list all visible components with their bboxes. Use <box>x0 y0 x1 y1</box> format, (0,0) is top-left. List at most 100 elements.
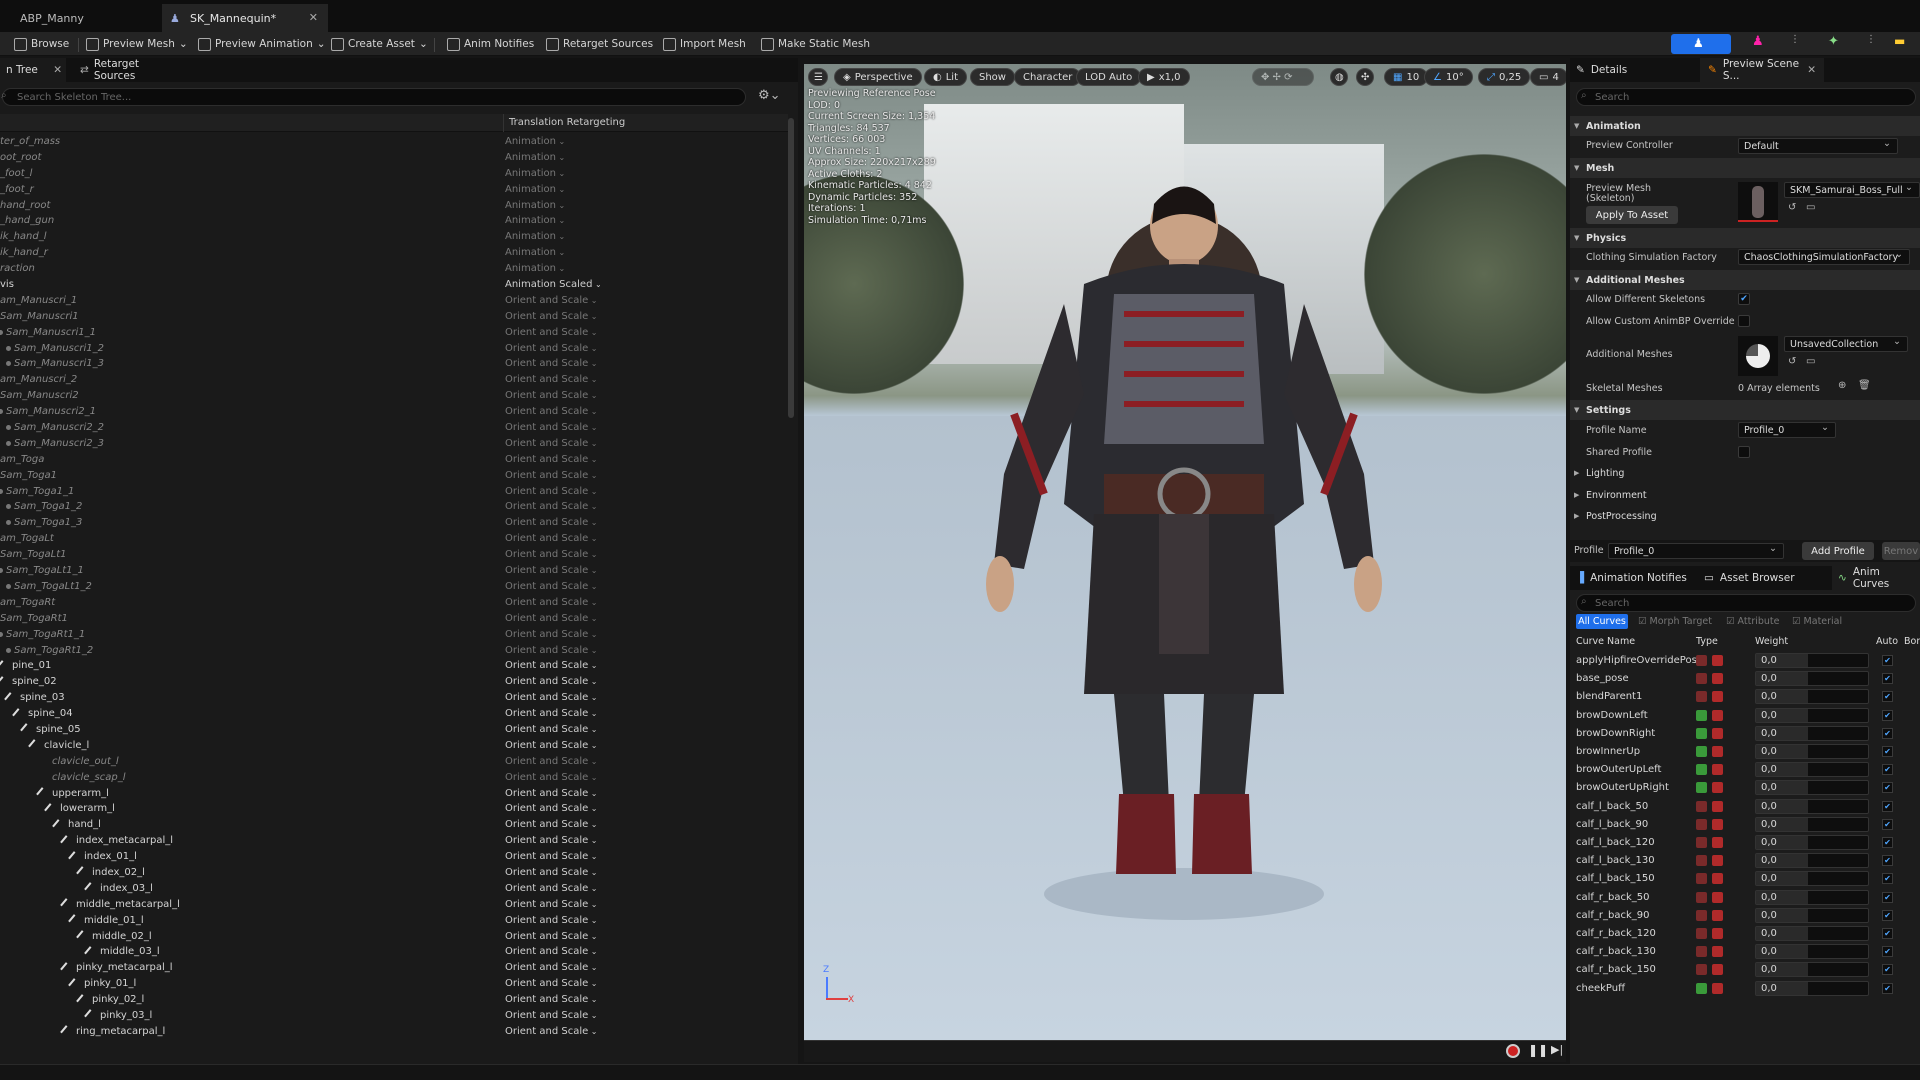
record-icon[interactable] <box>1506 1044 1520 1058</box>
tab-preview-scene-settings[interactable]: ✎ Preview Scene S... ✕ <box>1700 58 1824 82</box>
curve-row[interactable]: calf_l_back_150 0,0 ✔ <box>1570 870 1920 888</box>
retarget-mode-dropdown[interactable]: Orient and Scale <box>505 406 598 417</box>
bone-row[interactable]: ik_hand_l Animation <box>0 229 786 245</box>
auto-checkbox[interactable]: ✔ <box>1882 727 1893 739</box>
create-asset-button[interactable]: Create Asset ⌄ <box>331 35 428 53</box>
auto-checkbox[interactable]: ✔ <box>1882 982 1893 994</box>
bone-row[interactable]: pinky_03_l Orient and Scale <box>0 1008 786 1024</box>
curve-row[interactable]: calf_r_back_50 0,0 ✔ <box>1570 889 1920 907</box>
auto-checkbox[interactable]: ✔ <box>1882 891 1893 903</box>
collection-thumbnail[interactable] <box>1738 336 1778 376</box>
weight-field[interactable]: 0,0 <box>1755 671 1869 687</box>
transform-tools-group[interactable]: ✥ ✢ ⟳ <box>1252 68 1314 86</box>
camera-speed-button[interactable]: ▭ 4 <box>1530 68 1566 86</box>
retarget-mode-dropdown[interactable]: Animation <box>505 168 565 179</box>
curve-row[interactable]: browOuterUpRight 0,0 ✔ <box>1570 779 1920 797</box>
auto-checkbox[interactable]: ✔ <box>1882 855 1893 867</box>
doc-tab-sk-mannequin[interactable]: ♟ SK_Mannequin* ✕ <box>162 4 328 32</box>
lod-button[interactable]: LOD Auto <box>1076 68 1142 86</box>
auto-checkbox[interactable]: ✔ <box>1882 782 1893 794</box>
tab-asset-browser[interactable]: ▭ Asset Browser <box>1704 566 1795 590</box>
bone-row[interactable]: ring_metacarpal_l Orient and Scale <box>0 1024 786 1040</box>
bone-row[interactable]: middle_01_l Orient and Scale <box>0 913 786 929</box>
bone-row[interactable]: Sam_Toga1 Orient and Scale <box>0 468 786 484</box>
curve-row[interactable]: applyHipfireOverridePos 0,0 ✔ <box>1570 652 1920 670</box>
curve-row[interactable]: browDownLeft 0,0 ✔ <box>1570 707 1920 725</box>
retarget-mode-dropdown[interactable]: Orient and Scale <box>505 931 598 942</box>
retarget-mode-dropdown[interactable]: Animation <box>505 200 565 211</box>
retarget-mode-dropdown[interactable]: Orient and Scale <box>505 915 598 926</box>
delete-icon[interactable]: 🗑 <box>1858 380 1871 391</box>
bone-row[interactable]: middle_03_l Orient and Scale <box>0 944 786 960</box>
retarget-mode-dropdown[interactable]: Orient and Scale <box>505 660 598 671</box>
retarget-mode-dropdown[interactable]: Orient and Scale <box>505 978 598 989</box>
curve-row[interactable]: base_pose 0,0 ✔ <box>1570 670 1920 688</box>
weight-field[interactable]: 0,0 <box>1755 871 1869 887</box>
bone-row[interactable]: Sam_Manuscri2_2 Orient and Scale <box>0 420 786 436</box>
retarget-mode-dropdown[interactable]: Orient and Scale <box>505 756 598 767</box>
curve-row[interactable]: blendParent1 0,0 ✔ <box>1570 688 1920 706</box>
bone-row[interactable]: Sam_TogaRt1_2 Orient and Scale <box>0 643 786 659</box>
section-environment[interactable]: Environment <box>1570 485 1920 505</box>
weight-field[interactable]: 0,0 <box>1755 762 1869 778</box>
retarget-mode-dropdown[interactable]: Orient and Scale <box>505 390 598 401</box>
bone-row[interactable]: pinky_01_l Orient and Scale <box>0 976 786 992</box>
retarget-mode-dropdown[interactable]: Orient and Scale <box>505 422 598 433</box>
bone-row[interactable]: spine_05 Orient and Scale <box>0 722 786 738</box>
bone-row[interactable]: Sam_TogaRt1 Orient and Scale <box>0 611 786 627</box>
close-icon[interactable]: ✕ <box>309 11 318 24</box>
section-animation[interactable]: Animation <box>1570 116 1920 136</box>
retarget-mode-dropdown[interactable]: Orient and Scale <box>505 613 598 624</box>
tab-details[interactable]: ✎ Details <box>1576 58 1627 82</box>
preview-mesh-dropdown[interactable]: SKM_Samurai_Boss_Full <box>1784 182 1920 198</box>
close-icon[interactable]: ✕ <box>53 64 62 76</box>
retarget-mode-dropdown[interactable]: Animation <box>505 184 565 195</box>
retarget-mode-dropdown[interactable]: Orient and Scale <box>505 629 598 640</box>
physics-mode-button[interactable]: ▬ <box>1894 34 1918 54</box>
clothing-factory-dropdown[interactable]: ChaosClothingSimulationFactory <box>1738 249 1910 265</box>
details-search-input[interactable]: ⌕ Search <box>1576 88 1916 106</box>
retarget-mode-dropdown[interactable]: Orient and Scale <box>505 358 598 369</box>
profile-dropdown[interactable]: Profile_0 <box>1608 543 1784 559</box>
scale-snap-button[interactable]: ⤢ 0,25 <box>1478 68 1531 86</box>
retarget-mode-dropdown[interactable]: Orient and Scale <box>505 994 598 1005</box>
shared-profile-checkbox[interactable] <box>1738 446 1750 458</box>
col-weight[interactable]: Weight <box>1755 636 1788 647</box>
bone-row[interactable]: am_Manuscri_2 Orient and Scale <box>0 372 786 388</box>
weight-field[interactable]: 0,0 <box>1755 835 1869 850</box>
bone-row[interactable]: middle_metacarpal_l Orient and Scale <box>0 897 786 913</box>
retarget-mode-dropdown[interactable]: Orient and Scale <box>505 295 598 306</box>
lit-button[interactable]: ◐ Lit <box>924 68 968 86</box>
bone-row[interactable]: Sam_TogaLt1_2 Orient and Scale <box>0 579 786 595</box>
preview-controller-dropdown[interactable]: Default <box>1738 138 1898 154</box>
tab-retarget-sources[interactable]: ⇄ Retarget Sources <box>74 58 186 82</box>
weight-field[interactable]: 0,0 <box>1755 980 1869 996</box>
step-forward-icon[interactable]: ▶| <box>1551 1043 1563 1056</box>
bone-row[interactable]: Sam_TogaLt1_1 Orient and Scale <box>0 563 786 579</box>
retarget-mode-dropdown[interactable]: Orient and Scale <box>505 597 598 608</box>
bone-row[interactable]: upperarm_l Orient and Scale <box>0 786 786 802</box>
retarget-mode-dropdown[interactable]: Animation <box>505 247 565 258</box>
close-icon[interactable]: ✕ <box>1807 64 1816 76</box>
more-options-icon[interactable]: ⋮ <box>1790 34 1802 54</box>
retarget-mode-dropdown[interactable]: Animation <box>505 263 565 274</box>
tab-animation-notifies[interactable]: ▐ Animation Notifies <box>1576 566 1687 590</box>
add-profile-button[interactable]: Add Profile <box>1802 542 1874 560</box>
bone-row[interactable]: index_01_l Orient and Scale <box>0 849 786 865</box>
retarget-mode-dropdown[interactable]: Orient and Scale <box>505 692 598 703</box>
curve-row[interactable]: calf_l_back_130 0,0 ✔ <box>1570 852 1920 870</box>
retarget-mode-dropdown[interactable]: Orient and Scale <box>505 867 598 878</box>
retarget-mode-dropdown[interactable]: Orient and Scale <box>505 343 598 354</box>
retarget-mode-dropdown[interactable]: Animation <box>505 152 565 163</box>
bone-row[interactable]: oot_root Animation <box>0 150 786 166</box>
retarget-mode-dropdown[interactable]: Orient and Scale <box>505 454 598 465</box>
bone-row[interactable]: index_02_l Orient and Scale <box>0 865 786 881</box>
bone-row[interactable]: pinky_02_l Orient and Scale <box>0 992 786 1008</box>
col-type[interactable]: Type <box>1696 636 1718 647</box>
bone-row[interactable]: Sam_Manuscri1_3 Orient and Scale <box>0 356 786 372</box>
auto-checkbox[interactable]: ✔ <box>1882 655 1893 666</box>
use-selected-icon[interactable]: ↺ <box>1788 356 1796 367</box>
bone-row[interactable]: _hand_gun Animation <box>0 213 786 229</box>
bone-row[interactable]: _foot_r Animation <box>0 182 786 198</box>
auto-checkbox[interactable]: ✔ <box>1882 673 1893 685</box>
